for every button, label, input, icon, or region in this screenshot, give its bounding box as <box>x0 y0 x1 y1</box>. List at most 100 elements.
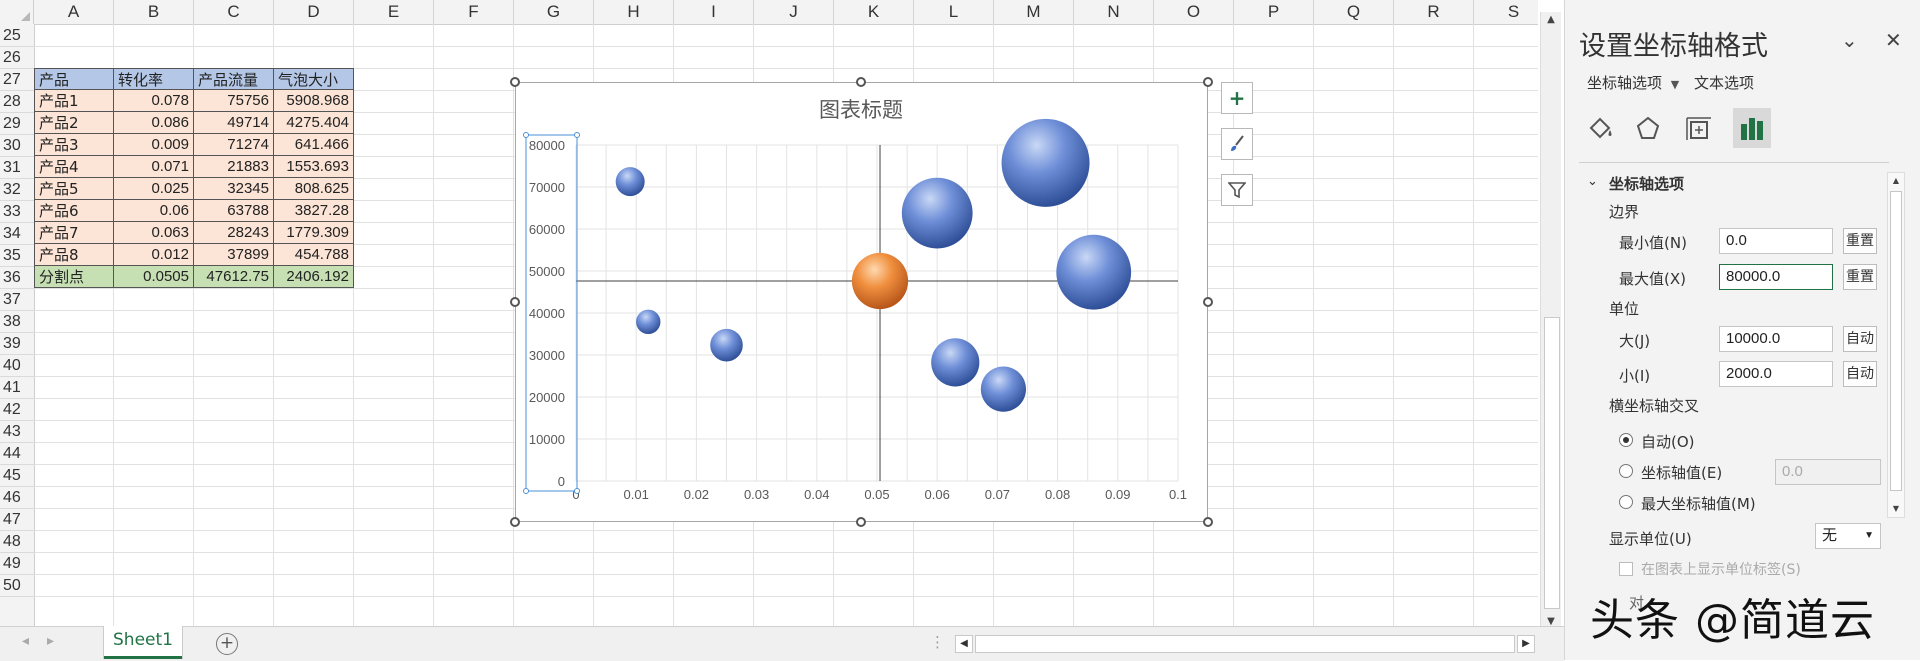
max-reset-button[interactable]: 重置 <box>1843 264 1877 290</box>
row-header[interactable]: 42 <box>0 399 34 421</box>
table-cell[interactable]: 1779.309 <box>274 222 354 244</box>
sheet-vertical-scrollbar[interactable]: ▲ ▼ <box>1540 12 1561 632</box>
effects-tab[interactable] <box>1629 108 1667 148</box>
spreadsheet-area[interactable]: ABCDEFGHIJKLMNOPQRS 25 26 27 28 29 30 31 32 33 34… <box>0 0 1538 626</box>
row-header[interactable]: 28 <box>0 91 34 113</box>
table-cell[interactable]: 产品4 <box>34 156 114 178</box>
chart-elements-button[interactable]: + <box>1221 82 1253 114</box>
chart-resize-handle[interactable] <box>856 77 866 87</box>
table-cell[interactable]: 产品2 <box>34 112 114 134</box>
scrollbar-track[interactable] <box>975 635 1515 653</box>
row-header[interactable]: 33 <box>0 201 34 223</box>
scrollbar-thumb[interactable] <box>1890 191 1902 491</box>
table-cell[interactable]: 0.0505 <box>114 266 194 288</box>
scroll-up-arrow-icon[interactable]: ▲ <box>1888 173 1904 189</box>
column-header[interactable]: S <box>1474 0 1538 24</box>
chart-resize-handle[interactable] <box>1203 77 1213 87</box>
sheet-nav-arrows-icon[interactable]: ◂▸ <box>22 633 72 649</box>
table-cell[interactable]: 产品3 <box>34 134 114 156</box>
min-field[interactable]: 0.0 <box>1719 228 1833 254</box>
table-cell[interactable]: 产品5 <box>34 178 114 200</box>
chart-styles-button[interactable] <box>1221 128 1253 160</box>
row-header[interactable]: 27 <box>0 69 34 91</box>
table-cell[interactable]: 454.788 <box>274 244 354 266</box>
section-axis-options[interactable]: 坐标轴选项 <box>1609 173 1684 194</box>
column-header[interactable]: I <box>674 0 754 24</box>
row-header[interactable]: 39 <box>0 333 34 355</box>
column-header[interactable]: R <box>1394 0 1474 24</box>
size-properties-tab[interactable] <box>1679 108 1717 148</box>
row-header[interactable]: 31 <box>0 157 34 179</box>
radio-auto-label[interactable]: 自动(O) <box>1641 431 1695 452</box>
table-cell[interactable]: 37899 <box>194 244 274 266</box>
chart-resize-handle[interactable] <box>510 517 520 527</box>
row-header[interactable]: 30 <box>0 135 34 157</box>
table-cell[interactable]: 49714 <box>194 112 274 134</box>
column-header[interactable]: H <box>594 0 674 24</box>
chart-resize-handle[interactable] <box>1203 297 1213 307</box>
row-header[interactable]: 25 <box>0 25 34 47</box>
radio-max-axis-label[interactable]: 最大坐标轴值(M) <box>1641 493 1756 514</box>
select-all-corner[interactable] <box>0 0 34 24</box>
split-handle-icon[interactable]: ⋮ <box>930 633 945 651</box>
scroll-down-arrow-icon[interactable]: ▼ <box>1888 501 1904 517</box>
table-header-cell[interactable]: 产品流量 <box>194 68 274 90</box>
column-header[interactable]: N <box>1074 0 1154 24</box>
row-header[interactable]: 48 <box>0 531 34 553</box>
min-reset-button[interactable]: 重置 <box>1843 228 1877 254</box>
radio-max-axis[interactable] <box>1619 495 1633 509</box>
axis-options-tab[interactable] <box>1733 108 1771 148</box>
column-header[interactable]: K <box>834 0 914 24</box>
column-header[interactable]: B <box>114 0 194 24</box>
column-header[interactable]: D <box>274 0 354 24</box>
major-auto-button[interactable]: 自动 <box>1843 326 1877 352</box>
row-header[interactable]: 46 <box>0 487 34 509</box>
radio-axis-value[interactable] <box>1619 464 1633 478</box>
column-header[interactable]: G <box>514 0 594 24</box>
table-cell[interactable]: 产品6 <box>34 200 114 222</box>
table-cell[interactable]: 47612.75 <box>194 266 274 288</box>
table-cell[interactable]: 2406.192 <box>274 266 354 288</box>
table-cell[interactable]: 5908.968 <box>274 90 354 112</box>
row-header[interactable]: 34 <box>0 223 34 245</box>
column-header[interactable]: F <box>434 0 514 24</box>
table-cell[interactable]: 63788 <box>194 200 274 222</box>
row-header[interactable]: 38 <box>0 311 34 333</box>
column-header[interactable]: A <box>34 0 114 24</box>
table-cell[interactable]: 0.009 <box>114 134 194 156</box>
column-header[interactable]: J <box>754 0 834 24</box>
row-header[interactable]: 44 <box>0 443 34 465</box>
column-header[interactable]: O <box>1154 0 1234 24</box>
table-cell[interactable]: 3827.28 <box>274 200 354 222</box>
section-chevron-icon[interactable]: ⌄ <box>1587 174 1598 189</box>
close-icon[interactable]: ✕ <box>1885 28 1902 52</box>
row-header[interactable]: 45 <box>0 465 34 487</box>
chevron-down-icon[interactable]: ▼ <box>1671 78 1679 91</box>
tab-text-options[interactable]: 文本选项 <box>1694 74 1754 92</box>
row-header[interactable]: 50 <box>0 575 34 597</box>
row-header[interactable]: 36 <box>0 267 34 289</box>
table-header-cell[interactable]: 产品 <box>34 68 114 90</box>
show-units-checkbox[interactable] <box>1619 562 1633 576</box>
fill-line-tab[interactable] <box>1581 108 1619 148</box>
table-cell[interactable]: 产品1 <box>34 90 114 112</box>
chart-title[interactable]: 图表标题 <box>819 98 903 122</box>
table-cell[interactable]: 0.06 <box>114 200 194 222</box>
table-cell[interactable]: 0.063 <box>114 222 194 244</box>
plus-circle-icon[interactable]: + <box>216 633 238 655</box>
sheet-horizontal-scrollbar[interactable]: ◀ ▶ <box>955 635 1535 653</box>
row-header[interactable]: 49 <box>0 553 34 575</box>
major-unit-field[interactable]: 10000.0 <box>1719 326 1833 352</box>
row-header[interactable]: 32 <box>0 179 34 201</box>
table-cell[interactable]: 21883 <box>194 156 274 178</box>
table-cell[interactable]: 4275.404 <box>274 112 354 134</box>
minor-unit-field[interactable]: 2000.0 <box>1719 361 1833 387</box>
table-cell[interactable]: 1553.693 <box>274 156 354 178</box>
table-header-cell[interactable]: 转化率 <box>114 68 194 90</box>
row-header[interactable]: 41 <box>0 377 34 399</box>
table-cell[interactable]: 产品8 <box>34 244 114 266</box>
table-cell[interactable]: 32345 <box>194 178 274 200</box>
table-cell[interactable]: 0.071 <box>114 156 194 178</box>
row-header[interactable]: 47 <box>0 509 34 531</box>
column-header[interactable]: C <box>194 0 274 24</box>
